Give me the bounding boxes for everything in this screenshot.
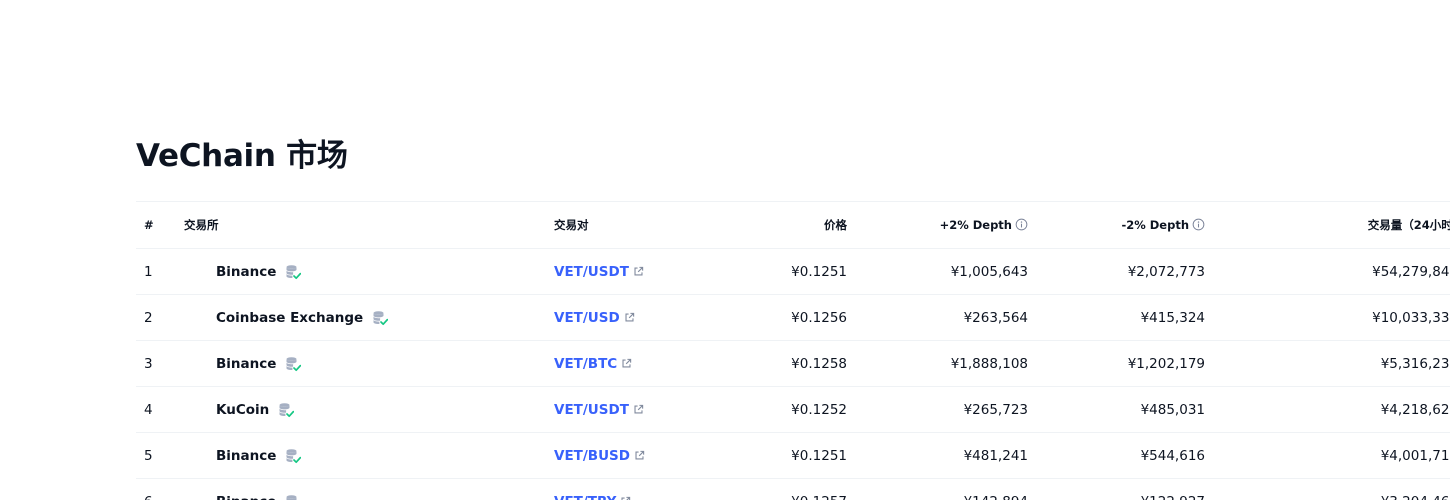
row-depth-plus: ¥142,894 bbox=[847, 478, 1028, 500]
exchange-name[interactable]: Binance bbox=[216, 264, 276, 280]
row-rank: 4 bbox=[136, 386, 184, 433]
row-depth-plus: ¥481,241 bbox=[847, 432, 1028, 479]
row-depth-plus: ¥1,005,643 bbox=[847, 248, 1028, 295]
row-volume: ¥5,316,231 bbox=[1205, 340, 1450, 387]
row-depth-minus: ¥1,202,179 bbox=[1028, 340, 1205, 387]
table-row[interactable]: 6 Binance VET/TRY ¥0.1257 ¥142,894 ¥122,… bbox=[136, 478, 1450, 500]
row-exchange[interactable]: KuCoin bbox=[184, 386, 554, 433]
row-depth-minus: ¥122,927 bbox=[1028, 478, 1205, 500]
pair-link[interactable]: VET/BUSD bbox=[554, 448, 630, 464]
row-depth-minus: ¥415,324 bbox=[1028, 294, 1205, 341]
row-price: ¥0.1257 bbox=[704, 478, 847, 500]
row-price: ¥0.1258 bbox=[704, 340, 847, 387]
external-link-icon[interactable] bbox=[621, 358, 632, 369]
row-depth-plus: ¥265,723 bbox=[847, 386, 1028, 433]
info-circle-icon[interactable] bbox=[1015, 218, 1028, 231]
row-exchange[interactable]: Coinbase Exchange bbox=[184, 294, 554, 341]
table-row[interactable]: 3 Binance VET/BTC ¥0.1258 ¥1,888,108 ¥1,… bbox=[136, 340, 1450, 387]
exchange-name[interactable]: Binance bbox=[216, 356, 276, 372]
row-depth-minus: ¥2,072,773 bbox=[1028, 248, 1205, 295]
row-volume: ¥3,204,464 bbox=[1205, 478, 1450, 500]
header-pair[interactable]: 交易对 bbox=[554, 201, 704, 249]
header-rank[interactable]: # bbox=[136, 201, 184, 249]
header-exchange[interactable]: 交易所 bbox=[184, 201, 554, 249]
pair-link[interactable]: VET/USDT bbox=[554, 402, 629, 418]
row-pair[interactable]: VET/USDT bbox=[554, 386, 704, 433]
row-pair[interactable]: VET/BTC bbox=[554, 340, 704, 387]
external-link-icon[interactable] bbox=[624, 312, 635, 323]
row-exchange[interactable]: Binance bbox=[184, 432, 554, 479]
row-pair[interactable]: VET/TRY bbox=[554, 478, 704, 500]
database-check-icon bbox=[286, 494, 297, 500]
table-header-row: # 交易所 交易对 价格 +2% Depth -2% Depth 交易量（24小… bbox=[136, 201, 1450, 249]
header-depth-plus[interactable]: +2% Depth bbox=[847, 201, 1028, 249]
row-pair[interactable]: VET/BUSD bbox=[554, 432, 704, 479]
database-check-icon bbox=[279, 402, 295, 417]
markets-table: # 交易所 交易对 价格 +2% Depth -2% Depth 交易量（24小… bbox=[136, 201, 1450, 500]
exchange-name[interactable]: Binance bbox=[216, 494, 276, 500]
row-exchange[interactable]: Binance bbox=[184, 340, 554, 387]
database-check-icon bbox=[286, 356, 302, 371]
row-rank: 3 bbox=[136, 340, 184, 387]
row-price: ¥0.1251 bbox=[704, 248, 847, 295]
header-depth-plus-label: +2% Depth bbox=[939, 218, 1012, 232]
database-check-icon bbox=[373, 310, 389, 325]
pair-link[interactable]: VET/USDT bbox=[554, 264, 629, 280]
header-depth-minus-label: -2% Depth bbox=[1121, 218, 1189, 232]
row-volume: ¥4,218,624 bbox=[1205, 386, 1450, 433]
row-exchange[interactable]: Binance bbox=[184, 478, 554, 500]
row-price: ¥0.1256 bbox=[704, 294, 847, 341]
row-volume: ¥10,033,337 bbox=[1205, 294, 1450, 341]
table-row[interactable]: 1 Binance VET/USDT ¥0.1251 ¥1,005,643 ¥2… bbox=[136, 248, 1450, 295]
row-price: ¥0.1252 bbox=[704, 386, 847, 433]
row-depth-plus: ¥1,888,108 bbox=[847, 340, 1028, 387]
row-pair[interactable]: VET/USD bbox=[554, 294, 704, 341]
row-rank: 1 bbox=[136, 248, 184, 295]
database-check-icon bbox=[286, 448, 302, 463]
row-pair[interactable]: VET/USDT bbox=[554, 248, 704, 295]
external-link-icon[interactable] bbox=[633, 266, 644, 277]
row-rank: 5 bbox=[136, 432, 184, 479]
external-link-icon[interactable] bbox=[633, 404, 644, 415]
table-row[interactable]: 5 Binance VET/BUSD ¥0.1251 ¥481,241 ¥544… bbox=[136, 432, 1450, 479]
external-link-icon[interactable] bbox=[634, 450, 645, 461]
row-rank: 2 bbox=[136, 294, 184, 341]
table-row[interactable]: 4 KuCoin VET/USDT ¥0.1252 ¥265,723 ¥485,… bbox=[136, 386, 1450, 433]
row-volume: ¥4,001,719 bbox=[1205, 432, 1450, 479]
row-depth-minus: ¥544,616 bbox=[1028, 432, 1205, 479]
pair-link[interactable]: VET/USD bbox=[554, 310, 620, 326]
database-check-icon bbox=[286, 264, 302, 279]
row-depth-minus: ¥485,031 bbox=[1028, 386, 1205, 433]
exchange-name[interactable]: Binance bbox=[216, 448, 276, 464]
header-price[interactable]: 价格 bbox=[704, 201, 847, 249]
markets-page: VeChain 市场 # 交易所 交易对 价格 +2% Depth -2% De… bbox=[0, 0, 1450, 500]
row-volume: ¥54,279,849 bbox=[1205, 248, 1450, 295]
header-depth-minus[interactable]: -2% Depth bbox=[1028, 201, 1205, 249]
info-circle-icon[interactable] bbox=[1192, 218, 1205, 231]
row-price: ¥0.1251 bbox=[704, 432, 847, 479]
pair-link[interactable]: VET/TRY bbox=[554, 494, 616, 500]
pair-link[interactable]: VET/BTC bbox=[554, 356, 617, 372]
exchange-name[interactable]: KuCoin bbox=[216, 402, 269, 418]
row-exchange[interactable]: Binance bbox=[184, 248, 554, 295]
external-link-icon[interactable] bbox=[620, 496, 631, 500]
header-volume[interactable]: 交易量（24小时) bbox=[1205, 201, 1450, 249]
exchange-name[interactable]: Coinbase Exchange bbox=[216, 310, 363, 326]
row-rank: 6 bbox=[136, 478, 184, 500]
row-depth-plus: ¥263,564 bbox=[847, 294, 1028, 341]
section-title: VeChain 市场 bbox=[136, 138, 348, 174]
table-row[interactable]: 2 Coinbase Exchange VET/USD ¥0.1256 ¥263… bbox=[136, 294, 1450, 341]
